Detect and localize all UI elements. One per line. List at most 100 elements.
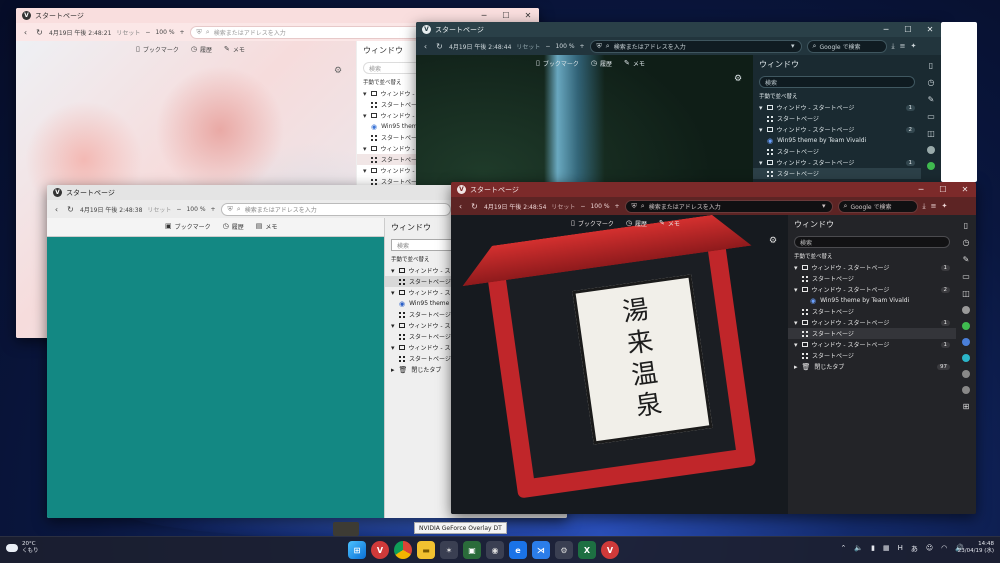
web-panel-icon[interactable] — [927, 146, 935, 154]
tree-tab[interactable]: スタートページ — [788, 328, 956, 339]
chrome-taskbar-icon[interactable] — [394, 541, 412, 559]
search-engine-field[interactable]: ⌕ Google で検索 — [806, 39, 887, 53]
minimize-button[interactable]: ─ — [910, 182, 932, 197]
bookmark-panel-icon[interactable]: ▯ — [929, 61, 933, 70]
tree-window[interactable]: ▾ ウィンドウ - スタートページ 1 — [788, 262, 956, 273]
taskbar-clock[interactable]: 14:48 23/04/19 (水) — [958, 541, 994, 556]
history-panel-icon[interactable]: ◷ — [928, 78, 935, 87]
title-bar[interactable]: V スタートページ ─ ☐ ✕ — [451, 182, 976, 197]
battery-icon[interactable]: ▮ — [871, 544, 875, 554]
vscode-taskbar-icon[interactable]: ⋊ — [532, 541, 550, 559]
chevron-up-icon[interactable]: ⌃ — [841, 544, 847, 554]
tree-window[interactable]: ▾ ウィンドウ - スタートページ 1 — [788, 339, 956, 350]
file-explorer-icon[interactable]: ▬ — [417, 541, 435, 559]
tab-start-page[interactable]: V スタートページ — [455, 182, 527, 197]
zoom-reset-button[interactable]: リセット — [116, 28, 140, 37]
camera-app-icon[interactable]: ◉ — [486, 541, 504, 559]
history-panel-icon[interactable]: ◷ — [963, 238, 970, 247]
extensions-icon[interactable]: ✦ — [911, 42, 917, 50]
web-panel-icon[interactable] — [927, 162, 935, 170]
maximize-button[interactable]: ☐ — [897, 22, 919, 37]
tab-start-page[interactable]: V スタートページ — [420, 22, 492, 37]
close-button[interactable]: ✕ — [919, 22, 941, 37]
minimize-button[interactable]: ─ — [473, 8, 495, 23]
emoji-icon[interactable]: ☺ — [926, 544, 933, 554]
history-link[interactable]: ◷ 履歴 — [626, 219, 647, 228]
browser-window-red[interactable]: V スタートページ ─ ☐ ✕ ‹ ↻ 4月19日 午後 2:48:54 リセッ… — [451, 182, 976, 514]
vivaldi-logo-icon[interactable]: V — [422, 25, 431, 34]
shield-icon[interactable]: ⛨ — [597, 42, 602, 51]
web-panel-icon[interactable] — [962, 354, 970, 362]
shield-icon[interactable]: ⛨ — [197, 28, 202, 37]
ime-indicator[interactable]: あ — [911, 544, 918, 554]
app-taskbar-icon[interactable]: ▣ — [463, 541, 481, 559]
back-icon[interactable]: ‹ — [21, 28, 30, 37]
tree-tab[interactable]: スタートページ — [753, 168, 921, 179]
vivaldi-logo-icon[interactable]: V — [22, 11, 31, 20]
zoom-in-button[interactable]: + — [180, 29, 185, 36]
zoom-out-button[interactable]: − — [545, 43, 550, 50]
zoom-in-button[interactable]: + — [580, 43, 585, 50]
history-link[interactable]: ◷ 履歴 — [591, 59, 612, 68]
panel-filter-input[interactable]: 検索 — [759, 76, 915, 88]
web-panel-icon[interactable] — [962, 322, 970, 330]
shield-icon[interactable]: ⛨ — [632, 202, 637, 211]
tree-window[interactable]: ▾ ウィンドウ - スタートページ 1 — [753, 102, 921, 113]
zoom-out-button[interactable]: − — [580, 203, 585, 210]
maximize-button[interactable]: ☐ — [932, 182, 954, 197]
web-panel-icon[interactable] — [962, 338, 970, 346]
zoom-reset-button[interactable]: リセット — [516, 42, 540, 51]
download-icon[interactable]: ⤓ — [923, 202, 926, 211]
tree-window[interactable]: ▾ ウィンドウ - スタートページ 2 — [753, 124, 921, 135]
weather-widget[interactable]: 20°C くもり — [6, 541, 39, 554]
browser-window-edge[interactable] — [941, 22, 977, 182]
web-panel-icon[interactable] — [962, 306, 970, 314]
zoom-in-button[interactable]: + — [211, 206, 216, 213]
panel-sort[interactable]: 手動で並べ替え — [788, 250, 956, 262]
minimize-button[interactable]: ─ — [875, 22, 897, 37]
url-field[interactable]: ⛨ ⌕ 検索またはアドレスを入力 ▾ — [589, 39, 802, 53]
bookmarks-link[interactable]: ▯ ブックマーク — [571, 219, 614, 228]
notes-panel-icon[interactable]: ✎ — [963, 255, 970, 264]
tree-tab[interactable]: スタートページ — [788, 273, 956, 284]
back-icon[interactable]: ‹ — [52, 205, 61, 214]
tree-closed-tabs[interactable]: ▸ 🗑 閉じたタブ 97 — [788, 361, 956, 372]
chevron-down-icon[interactable]: ▾ — [822, 202, 826, 210]
notes-link[interactable]: ✎ メモ — [624, 59, 645, 68]
zoom-in-button[interactable]: + — [615, 203, 620, 210]
reload-icon[interactable]: ↻ — [66, 205, 75, 214]
notes-link[interactable]: ✎ メモ — [224, 45, 245, 54]
back-icon[interactable]: ‹ — [421, 42, 430, 51]
zoom-reset-button[interactable]: リセット — [147, 205, 171, 214]
settings-gear-icon[interactable]: ⚙ — [769, 236, 777, 246]
tree-tab[interactable]: ◉Win95 theme by Team Vivaldi — [788, 295, 956, 306]
vivaldi-active-taskbar-icon[interactable]: V — [601, 541, 619, 559]
download-icon[interactable]: ⤓ — [892, 42, 895, 51]
app-taskbar-icon[interactable]: ⚙ — [555, 541, 573, 559]
tree-tab[interactable]: スタートページ — [788, 306, 956, 317]
speaker-icon[interactable]: 🔈 — [854, 544, 863, 554]
tree-tab[interactable]: スタートページ — [753, 146, 921, 157]
title-bar[interactable]: V スタートページ ─ ☐ ✕ — [16, 8, 539, 23]
tree-tab[interactable]: スタートページ — [753, 113, 921, 124]
tree-window[interactable]: ▾ ウィンドウ - スタートページ 2 — [788, 284, 956, 295]
reload-icon[interactable]: ↻ — [435, 42, 444, 51]
zoom-reset-button[interactable]: リセット — [551, 202, 575, 211]
tree-tab[interactable]: ◉Win95 theme by Team Vivaldi — [753, 135, 921, 146]
close-button[interactable]: ✕ — [517, 8, 539, 23]
url-field[interactable]: ⛨ ⌕ 検索またはアドレスを入力 ▾ — [624, 199, 833, 213]
start-button[interactable]: ⊞ — [348, 541, 366, 559]
notes-panel-icon[interactable]: ✎ — [928, 95, 935, 104]
vivaldi-logo-icon[interactable]: V — [457, 185, 466, 194]
vivaldi-logo-icon[interactable]: V — [53, 188, 62, 197]
reader-panel-icon[interactable]: ◫ — [927, 129, 935, 138]
vivaldi-taskbar-icon[interactable]: V — [371, 541, 389, 559]
title-bar[interactable]: V スタートページ ─ ☐ ✕ — [416, 22, 941, 37]
web-panel-icon[interactable] — [962, 386, 970, 394]
ime-h-indicator[interactable]: H — [898, 544, 903, 554]
excel-taskbar-icon[interactable]: X — [578, 541, 596, 559]
history-link[interactable]: ◷ 履歴 — [191, 45, 212, 54]
reload-icon[interactable]: ↻ — [470, 202, 479, 211]
tree-window[interactable]: ▾ ウィンドウ - スタートページ 1 — [788, 317, 956, 328]
shield-icon[interactable]: ⛨ — [228, 205, 233, 214]
